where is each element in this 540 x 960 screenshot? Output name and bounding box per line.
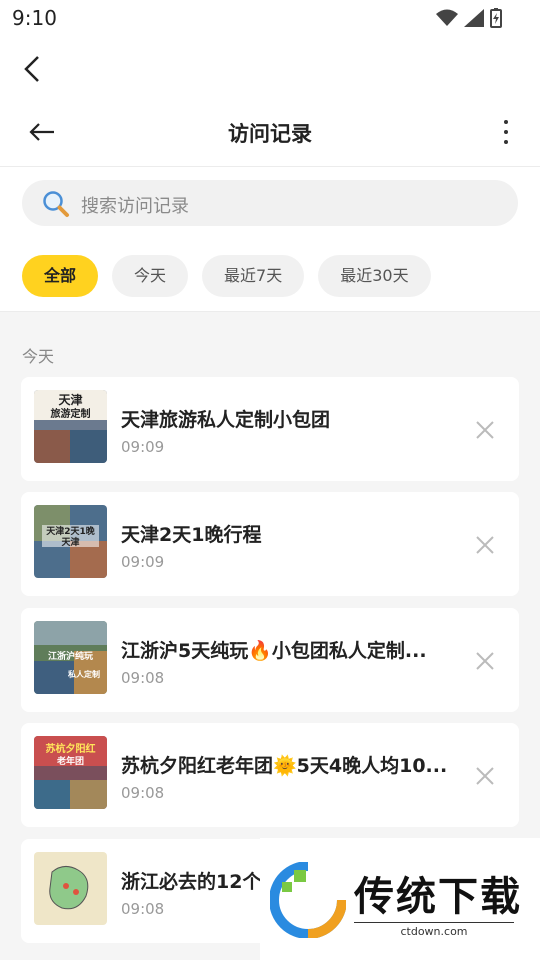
watermark-url: ctdown.com [354,922,514,938]
thumb-text-top: 江浙沪纯玩 [48,650,93,662]
thumbnail-image: 天津 旅游定制 [34,390,107,463]
thumb-text-bottom: 私人定制 [67,669,100,679]
search-placeholder: 搜索访问记录 [81,196,189,217]
record-title: 江浙沪5天纯玩🔥小包团私人定制... [121,640,427,662]
list-item[interactable]: 江浙沪纯玩 私人定制 江浙沪5天纯玩🔥小包团私人定制... 09:08 [21,608,519,712]
filter-tabs: 全部 今天 最近7天 最近30天 [22,255,431,297]
close-icon[interactable] [475,766,495,786]
filter-tab-all[interactable]: 全部 [22,255,99,297]
thumb-text-bottom: 旅游定制 [51,407,91,420]
list-item[interactable]: 天津 旅游定制 天津旅游私人定制小包团 09:09 [21,377,519,481]
thumb-text-bottom: 老年团 [56,755,84,767]
page-header: 访问记录 [0,98,540,167]
app-top-bar [0,36,540,98]
thumbnail-image: 苏杭夕阳红 老年团 [34,736,107,809]
filter-tab-30days[interactable]: 最近30天 [318,255,431,297]
watermark-logo: 传统下载 ctdown.com [260,838,540,960]
thumb-text-top: 苏杭夕阳红 [46,742,96,755]
section-label: 今天 [22,347,55,366]
list-item[interactable]: 苏杭夕阳红 老年团 苏杭夕阳红老年团🌞5天4晚人均10... 09:08 [21,723,519,827]
watermark-text: 传统下载 [354,874,522,920]
record-time: 09:09 [121,438,165,456]
status-bar: 9:10 [0,0,540,36]
record-time: 09:08 [121,669,165,687]
watermark-emblem-icon [270,862,346,938]
search-filter-area: 搜索访问记录 全部 今天 最近7天 最近30天 [0,167,540,312]
search-input[interactable]: 搜索访问记录 [22,180,518,226]
wifi-icon [436,9,458,26]
status-time: 9:10 [12,6,57,30]
record-time: 09:08 [121,784,165,802]
record-title: 苏杭夕阳红老年团🌞5天4晚人均10... [121,755,448,777]
thumbnail-image: 天津2天1晚 天津 [34,505,107,578]
record-time: 09:08 [121,900,165,918]
close-icon[interactable] [475,535,495,555]
record-time: 09:09 [121,553,165,571]
list-item[interactable]: 天津2天1晚 天津 天津2天1晚行程 09:09 [21,492,519,596]
signal-icon [464,9,484,27]
thumb-text-top: 天津 [58,392,82,407]
thumbnail-image: 江浙沪纯玩 私人定制 [34,621,107,694]
close-icon[interactable] [475,420,495,440]
page-title: 访问记录 [228,122,312,146]
filter-tab-today[interactable]: 今天 [112,255,189,297]
thumbnail-image [34,852,107,925]
filter-tab-7days[interactable]: 最近7天 [202,255,305,297]
record-title: 天津旅游私人定制小包团 [121,409,331,431]
record-title: 天津2天1晚行程 [121,524,262,546]
search-icon [43,191,69,217]
chevron-left-icon[interactable] [20,54,44,84]
battery-icon [490,8,502,28]
more-menu-icon[interactable] [502,120,510,144]
thumb-text-top: 天津2天1晚 [46,525,95,537]
thumb-text-bottom: 天津 [61,536,79,548]
close-icon[interactable] [475,651,495,671]
